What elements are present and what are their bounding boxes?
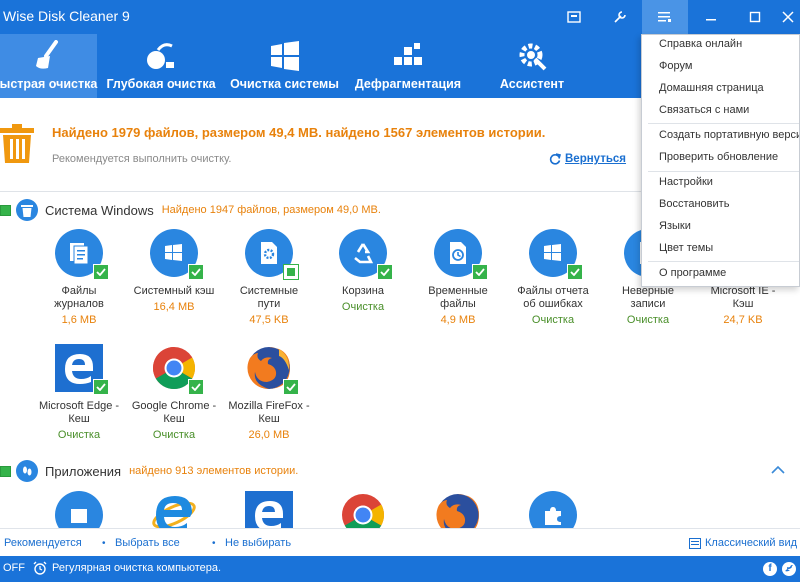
trash-icon: [16, 199, 38, 221]
recommendation-text: Рекомендуется выполнить очистку.: [52, 153, 232, 165]
status-bar: OFF Регулярная очистка компьютера. f: [0, 556, 800, 582]
item-log-files[interactable]: Файлы журналов 1,6 MB: [31, 229, 127, 326]
menu-item-portable[interactable]: Создать портативную версию: [659, 129, 799, 141]
windows-store-icon: [55, 491, 103, 528]
menu-item-about[interactable]: О программе: [659, 267, 726, 279]
footprints-icon: [16, 460, 38, 482]
facebook-icon[interactable]: f: [763, 562, 777, 576]
title-bar: Wise Disk Cleaner 9: [0, 0, 800, 34]
footer-bar: Рекомендуется • Выбрать все • Не выбират…: [0, 528, 800, 556]
trash-icon: [0, 124, 36, 167]
gear-icon: [515, 40, 549, 72]
menu-item-check-update[interactable]: Проверить обновление: [659, 151, 778, 163]
tab-quick-clean[interactable]: ыстрая очистка: [0, 34, 97, 98]
section-checkbox[interactable]: [0, 465, 11, 477]
skin-button[interactable]: [551, 0, 597, 34]
menu-item-homepage[interactable]: Домашняя страница: [659, 82, 764, 94]
alarm-clock-icon: [33, 561, 47, 578]
close-button[interactable]: [776, 0, 800, 34]
checkmark-icon[interactable]: [567, 264, 583, 280]
menu-item-forum[interactable]: Форум: [659, 60, 692, 72]
checkmark-icon[interactable]: [93, 264, 109, 280]
checkmark-icon[interactable]: [188, 264, 204, 280]
checkmark-icon[interactable]: [377, 264, 393, 280]
menu-item-theme-color[interactable]: Цвет темы: [659, 242, 713, 254]
edge-icon: [245, 491, 293, 528]
item-app-firefox[interactable]: [410, 491, 506, 528]
scan-result-title: Найдено 1979 файлов, размером 49,4 MB. н…: [52, 125, 546, 140]
recommended-link[interactable]: Рекомендуется: [4, 537, 82, 549]
bullet: •: [102, 538, 106, 549]
defrag-icon: [392, 40, 424, 72]
schedule-toggle[interactable]: OFF: [3, 562, 25, 574]
ie-icon: [150, 491, 198, 528]
tab-assistant[interactable]: Ассистент: [476, 34, 588, 98]
menu-item-settings[interactable]: Настройки: [659, 176, 713, 188]
menu-item-contact[interactable]: Связаться с нами: [659, 104, 749, 116]
refresh-icon: [549, 153, 561, 165]
checkmark-icon[interactable]: [188, 379, 204, 395]
item-app-windows-store[interactable]: [31, 491, 127, 528]
menu-item-languages[interactable]: Языки: [659, 220, 691, 232]
menu-item-online-help[interactable]: Справка онлайн: [659, 38, 742, 50]
tab-defrag[interactable]: Дефрагментация: [346, 34, 470, 98]
maximize-button[interactable]: [732, 0, 778, 34]
item-firefox-cache[interactable]: Mozilla FireFox - Кеш 26,0 MB: [221, 344, 317, 441]
windows-icon: [269, 40, 301, 72]
wrench-icon: [614, 11, 626, 23]
vacuum-icon: [144, 40, 178, 72]
item-app-chrome[interactable]: [315, 491, 411, 528]
main-dropdown-menu: Справка онлайн Форум Домашняя страница С…: [641, 34, 800, 287]
select-none-link[interactable]: Не выбирать: [225, 537, 291, 549]
menu-item-restore[interactable]: Восстановить: [659, 198, 729, 210]
maximize-icon: [749, 11, 761, 23]
broom-icon: [32, 40, 66, 72]
section-apps-header: Приложения найдено 913 элементов истории…: [0, 459, 800, 483]
item-chrome-cache[interactable]: Google Chrome - Кеш Очистка: [126, 344, 222, 441]
menu-separator: [648, 171, 799, 172]
status-text: Регулярная очистка компьютера.: [52, 562, 222, 574]
item-recycle-bin[interactable]: Корзина Очистка: [315, 229, 411, 313]
item-app-edge[interactable]: [221, 491, 317, 528]
list-view-icon: [689, 537, 701, 549]
puzzle-icon: [529, 491, 577, 528]
main-menu-button[interactable]: [642, 0, 688, 34]
item-system-paths[interactable]: Системные пути 47,5 KB: [221, 229, 317, 326]
tools-button[interactable]: [597, 0, 643, 34]
back-link[interactable]: Вернуться: [549, 153, 626, 165]
menu-icon: [658, 12, 671, 22]
minimize-button[interactable]: [688, 0, 734, 34]
checkmark-icon[interactable]: [93, 379, 109, 395]
item-temp-files[interactable]: Временные файлы 4,9 MB: [410, 229, 506, 326]
menu-separator: [648, 123, 799, 124]
minimize-icon: [706, 19, 716, 21]
menu-separator: [648, 261, 799, 262]
collapse-icon[interactable]: [771, 464, 785, 478]
checkbox-partial-icon[interactable]: [283, 264, 299, 280]
app-title: Wise Disk Cleaner 9: [3, 8, 130, 24]
item-app-extensions[interactable]: [505, 491, 601, 528]
chrome-icon: [339, 491, 387, 528]
checkmark-icon[interactable]: [472, 264, 488, 280]
section-windows-header: Система Windows Найдено 1947 файлов, раз…: [0, 198, 381, 222]
twitter-icon[interactable]: [782, 562, 796, 576]
item-system-cache[interactable]: Системный кэш 16,4 MB: [126, 229, 222, 313]
bullet: •: [212, 538, 216, 549]
skin-icon: [567, 11, 581, 23]
section-checkbox[interactable]: [0, 204, 11, 216]
item-app-ie[interactable]: [126, 491, 222, 528]
classic-view-button[interactable]: Классический вид: [689, 537, 797, 549]
tab-system-clean[interactable]: Очистка системы: [224, 34, 345, 98]
item-error-reports[interactable]: Файлы отчета об ошибках Очистка: [505, 229, 601, 326]
select-all-link[interactable]: Выбрать все: [115, 537, 180, 549]
close-icon: [782, 11, 794, 23]
tab-deep-clean[interactable]: Глубокая очистка: [99, 34, 223, 98]
firefox-icon: [434, 491, 482, 528]
checkmark-icon[interactable]: [283, 379, 299, 395]
item-edge-cache[interactable]: Microsoft Edge - Кеш Очистка: [31, 344, 127, 441]
